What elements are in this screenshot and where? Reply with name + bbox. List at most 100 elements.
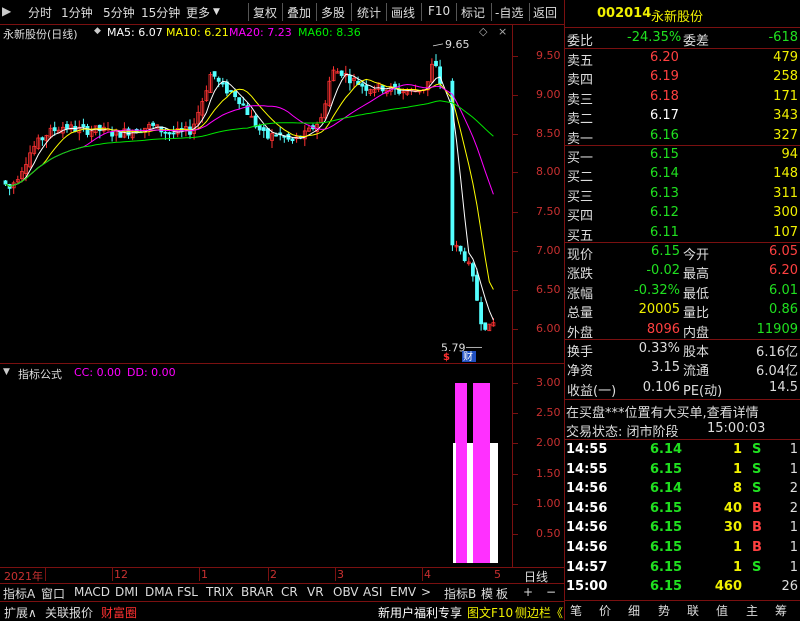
tab-template-mo[interactable]: 模 bbox=[481, 585, 493, 602]
indicator-legend: ▼ 指标公式 CC: 0.00 DD: 0.00 bbox=[0, 365, 512, 381]
tab-indicator-b[interactable]: 指标B bbox=[444, 585, 476, 602]
tick-count: 1 bbox=[789, 540, 798, 555]
tabs-scroll-right[interactable]: > bbox=[421, 585, 431, 599]
tick-time: 14:56 bbox=[566, 540, 608, 555]
candle-body bbox=[241, 103, 246, 106]
stat-label: 收益(一) bbox=[567, 383, 617, 399]
statistics-button[interactable]: 统计 bbox=[357, 4, 381, 21]
tab-dma[interactable]: DMA bbox=[145, 585, 173, 599]
adjust-button[interactable]: 复权 bbox=[253, 4, 277, 21]
tab-linked[interactable]: 联 bbox=[687, 602, 699, 619]
tab-minute-chart[interactable]: 分时 bbox=[28, 4, 52, 21]
tick-time: 14:55 bbox=[566, 461, 608, 477]
candle-body bbox=[3, 180, 8, 185]
tab-price[interactable]: 价 bbox=[599, 602, 611, 619]
indicator-menu-icon[interactable]: ▼ bbox=[3, 367, 10, 377]
tab-indicator-a[interactable]: 指标A bbox=[3, 585, 35, 602]
tab-detail[interactable]: 细 bbox=[628, 602, 640, 619]
tab-emv[interactable]: EMV bbox=[390, 585, 416, 599]
tab-asi[interactable]: ASI bbox=[363, 585, 382, 599]
indicator-chart[interactable] bbox=[0, 380, 512, 566]
tab-f10[interactable]: 图文F10 bbox=[467, 604, 513, 621]
big-order-notice[interactable]: 在买盘***位置有大买单,查看详情 bbox=[566, 402, 759, 421]
candle-body bbox=[462, 251, 467, 262]
bid-row[interactable]: 买四 6.12 300 bbox=[565, 204, 800, 225]
tab-value[interactable]: 值 bbox=[716, 602, 728, 619]
stat-label: 最低 bbox=[683, 286, 710, 302]
bid-row[interactable]: 买一 6.15 94 bbox=[565, 146, 800, 166]
tab-related-quotes[interactable]: 关联报价 bbox=[45, 604, 93, 621]
tab-expand[interactable]: 扩展∧ bbox=[4, 604, 37, 621]
tab-window[interactable]: 窗口 bbox=[41, 585, 65, 602]
tab-cr[interactable]: CR bbox=[281, 585, 298, 599]
tab-obv[interactable]: OBV bbox=[333, 585, 359, 599]
tab-fsl[interactable]: FSL bbox=[177, 585, 198, 599]
level-label: 买四 bbox=[567, 209, 594, 225]
stat-label: 现价 bbox=[567, 248, 594, 263]
tab-trades[interactable]: 笔 bbox=[570, 602, 582, 619]
draw-line-button[interactable]: 画线 bbox=[391, 4, 415, 21]
f10-button[interactable]: F10 bbox=[428, 4, 450, 18]
ma20-line bbox=[5, 83, 494, 195]
mark-button[interactable]: 标记 bbox=[461, 4, 485, 21]
tab-trix[interactable]: TRIX bbox=[206, 585, 233, 599]
tab-15min[interactable]: 15分钟 bbox=[141, 4, 180, 21]
tick-price: 6.15 bbox=[650, 520, 683, 536]
ask-row[interactable]: 卖四 6.19 258 bbox=[565, 68, 800, 88]
new-user-promo-link[interactable]: 新用户福利专享 bbox=[378, 604, 462, 621]
level-label: 买三 bbox=[567, 189, 594, 205]
tab-template-ban[interactable]: 板 bbox=[496, 585, 508, 602]
bid-row[interactable]: 买五 6.11 107 bbox=[565, 224, 800, 244]
tab-5min[interactable]: 5分钟 bbox=[103, 4, 135, 21]
stock-code: 002014 bbox=[597, 6, 652, 21]
tick-price: 6.14 bbox=[650, 481, 683, 497]
diamond-icon[interactable]: ◇ bbox=[479, 25, 487, 38]
level-price: 6.12 bbox=[650, 205, 679, 221]
ask-row[interactable]: 卖五 6.20 479 bbox=[565, 49, 800, 69]
level-label: 买一 bbox=[567, 151, 594, 166]
multi-stock-button[interactable]: 多股 bbox=[321, 4, 345, 21]
sidebar-toggle[interactable]: 侧边栏《 bbox=[515, 604, 563, 621]
candle-body bbox=[479, 302, 484, 325]
tick-count: 2 bbox=[789, 500, 798, 516]
stat-value: 6.05 bbox=[769, 244, 798, 259]
ma-legend: 永新股份(日线) ◆ MA5: 6.07 MA10: 6.21 MA20: 7.… bbox=[0, 25, 512, 41]
tab-trend[interactable]: 势 bbox=[658, 602, 670, 619]
level-price: 6.18 bbox=[650, 88, 679, 104]
stat-label: 外盘 bbox=[567, 325, 594, 341]
overlay-button[interactable]: 叠加 bbox=[287, 4, 311, 21]
close-icon[interactable]: × bbox=[498, 25, 507, 38]
candlestick-chart[interactable]: 9.655.79$ 财 bbox=[0, 40, 512, 362]
tab-dmi[interactable]: DMI bbox=[115, 585, 138, 599]
tab-1min[interactable]: 1分钟 bbox=[61, 4, 93, 21]
tab-main[interactable]: 主 bbox=[746, 602, 758, 619]
toolbar-menu-icon[interactable]: ▶ bbox=[2, 4, 11, 18]
tab-chips[interactable]: 筹 bbox=[775, 602, 787, 619]
tab-wealth-circle[interactable]: 财富圈 bbox=[101, 604, 137, 621]
back-button[interactable]: 返回 bbox=[533, 4, 557, 21]
tab-more[interactable]: 更多 bbox=[186, 4, 210, 21]
ask-row[interactable]: 卖三 6.18 171 bbox=[565, 88, 800, 108]
level-label: 卖一 bbox=[567, 131, 594, 147]
more-arrow-icon[interactable]: ▼ bbox=[213, 7, 220, 17]
tab-macd[interactable]: MACD bbox=[74, 585, 110, 599]
ask-row[interactable]: 卖二 6.17 343 bbox=[565, 107, 800, 127]
level-volume: 300 bbox=[773, 205, 798, 221]
level-volume: 94 bbox=[781, 147, 798, 162]
tab-brar[interactable]: BRAR bbox=[241, 585, 274, 599]
candle-body bbox=[110, 131, 114, 137]
ask-row[interactable]: 卖一 6.16 327 bbox=[565, 127, 800, 147]
tick-volume: 1 bbox=[732, 461, 742, 477]
add-indicator-button[interactable]: + bbox=[523, 585, 533, 599]
remove-watchlist-button[interactable]: -自选 bbox=[495, 4, 523, 21]
price-tick-label: 7.00 bbox=[536, 244, 561, 257]
tick-time: 14:56 bbox=[566, 500, 608, 516]
tab-vr[interactable]: VR bbox=[307, 585, 324, 599]
remove-indicator-button[interactable]: − bbox=[546, 585, 556, 599]
tick-count: 1 bbox=[789, 461, 798, 477]
bid-row[interactable]: 买三 6.13 311 bbox=[565, 185, 800, 205]
bid-row[interactable]: 买二 6.14 148 bbox=[565, 165, 800, 185]
price-tick-label: 6.50 bbox=[536, 283, 561, 296]
ma-settings-icon[interactable]: ◆ bbox=[94, 26, 101, 36]
stat-value: 6.20 bbox=[769, 263, 798, 279]
